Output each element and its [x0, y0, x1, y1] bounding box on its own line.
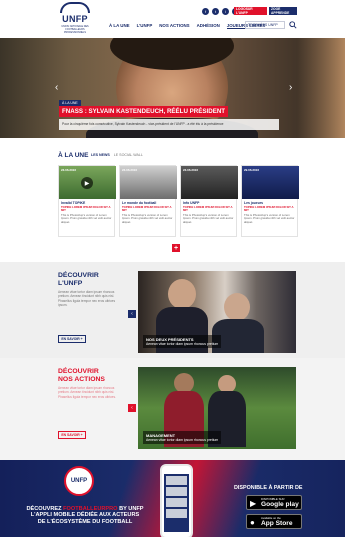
news-card[interactable]: 23.06.2016 ▶ Invalid TOPIKE TOPIKE LOREM…: [58, 165, 116, 237]
app-promo-banner: UNFP DÉCOUVREZ FOOTBALLEURPRO BY UNFP L'…: [0, 460, 345, 537]
card-image: 23.06.2016: [120, 166, 177, 199]
app-store-button[interactable]: ● Available on the App Store: [246, 514, 302, 529]
tab-news[interactable]: LES NEWS: [91, 153, 110, 157]
unfp-app-logo: UNFP: [64, 466, 94, 496]
section-title: À LA UNE: [58, 152, 89, 159]
a-la-une-section: À LA UNE LES NEWS LE SOCIAL WALL 23.06.2…: [0, 138, 345, 262]
news-cards: 23.06.2016 ▶ Invalid TOPIKE TOPIKE LOREM…: [58, 165, 299, 237]
twitter-icon[interactable]: t: [212, 8, 219, 15]
instagram-icon[interactable]: i: [222, 8, 229, 15]
hero-title[interactable]: FNASS : SYLVAIN KASTENDEUCH, RÉÉLU PRÉSI…: [59, 106, 229, 117]
tab-social-wall[interactable]: LE SOCIAL WALL: [114, 153, 143, 157]
load-more-button[interactable]: +: [172, 244, 180, 252]
nav-item-unfp[interactable]: L'UNFP: [137, 23, 153, 29]
secondary-header-button[interactable]: ZOOE APPRENDE: [269, 7, 297, 15]
news-card[interactable]: 29.06.2016 Les joueurs TOPIKE LOREM IPSU…: [241, 165, 299, 237]
play-icon[interactable]: ▶: [81, 177, 93, 189]
hero-caption: Pour la cinquième fois consécutive, Sylv…: [59, 119, 279, 130]
nav-item-a-la-une[interactable]: À LA UNE: [109, 23, 130, 29]
apple-icon: ●: [250, 518, 255, 527]
discover-actions-text: Aenean vitae tortor diam ipsum rhoncus p…: [58, 386, 116, 399]
logo-subtitle: UNION NATIONALE DES FOOTBALLEURS PROFESS…: [61, 25, 89, 34]
photo-caption: MANAGEMENT Aenean vitae tortor diam ipsu…: [143, 431, 222, 444]
primary-header-button[interactable]: LOGOSUR L'UNFP: [234, 7, 267, 15]
logo-arc-icon: [60, 2, 90, 13]
app-promo-title: DÉCOUVREZ FOOTBALLEURPRO BY UNFP L'APPLI…: [26, 506, 144, 525]
search-input[interactable]: TROPHÉES UNFP: [245, 21, 285, 29]
page: UNFP UNION NATIONALE DES FOOTBALLEURS PR…: [0, 0, 345, 537]
logo-text: UNFP: [62, 14, 88, 24]
site-header: UNFP UNION NATIONALE DES FOOTBALLEURS PR…: [0, 0, 345, 38]
presidents-photo[interactable]: NOS DEUX PRÉSIDENTS Aenean vitae tortor …: [138, 271, 296, 353]
discover-unfp-section: DÉCOUVRIR L'UNFP Aenean vitae tortor dia…: [0, 262, 345, 358]
chevron-left-icon[interactable]: ‹: [55, 82, 58, 93]
main-nav: À LA UNE L'UNFP NOS ACTIONS ADHÉSION JOU…: [109, 23, 266, 29]
discover-unfp-text: Aenean vitae tortor diam ipsum rhoncus p…: [58, 290, 116, 307]
card-image: 29.06.2016: [242, 166, 299, 199]
search-icon[interactable]: [289, 21, 297, 29]
unfp-logo[interactable]: UNFP UNION NATIONALE DES FOOTBALLEURS PR…: [58, 2, 92, 34]
availability-label: DISPONIBLE À PARTIR DE: [234, 485, 303, 491]
photo-caption: NOS DEUX PRÉSIDENTS Aenean vitae tortor …: [143, 335, 222, 348]
phone-mockup: [160, 464, 193, 537]
discover-actions-button[interactable]: EN SAVOIR +: [58, 431, 86, 439]
news-tabs: LES NEWS LE SOCIAL WALL: [91, 153, 143, 157]
card-image: 23.06.2016 ▶: [59, 166, 116, 199]
card-image: 23.06.2016: [181, 166, 238, 199]
discover-actions-title: DÉCOUVRIR NOS ACTIONS: [58, 368, 105, 383]
google-play-button[interactable]: ▶ DISPONIBLE SUR Google play: [246, 495, 302, 510]
nav-item-adhesion[interactable]: ADHÉSION: [197, 23, 220, 29]
facebook-icon[interactable]: f: [202, 8, 209, 15]
chevron-right-icon[interactable]: ›: [289, 82, 292, 93]
discover-unfp-title: DÉCOUVRIR L'UNFP: [58, 272, 99, 287]
nav-item-nos-actions[interactable]: NOS ACTIONS: [159, 23, 189, 29]
discover-actions-section: DÉCOUVRIR NOS ACTIONS Aenean vitae torto…: [0, 358, 345, 460]
management-photo[interactable]: MANAGEMENT Aenean vitae tortor diam ipsu…: [138, 367, 296, 449]
google-play-icon: ▶: [250, 499, 257, 508]
news-card[interactable]: 23.06.2016 Info UNFP TOPIKE LOREM IPSUM …: [180, 165, 238, 237]
discover-unfp-button[interactable]: EN SAVOIR +: [58, 335, 86, 343]
chevron-left-icon[interactable]: ‹: [128, 310, 136, 318]
chevron-left-icon[interactable]: ‹: [128, 404, 136, 412]
news-card[interactable]: 23.06.2016 Le monde du football TOPIKE L…: [119, 165, 177, 237]
